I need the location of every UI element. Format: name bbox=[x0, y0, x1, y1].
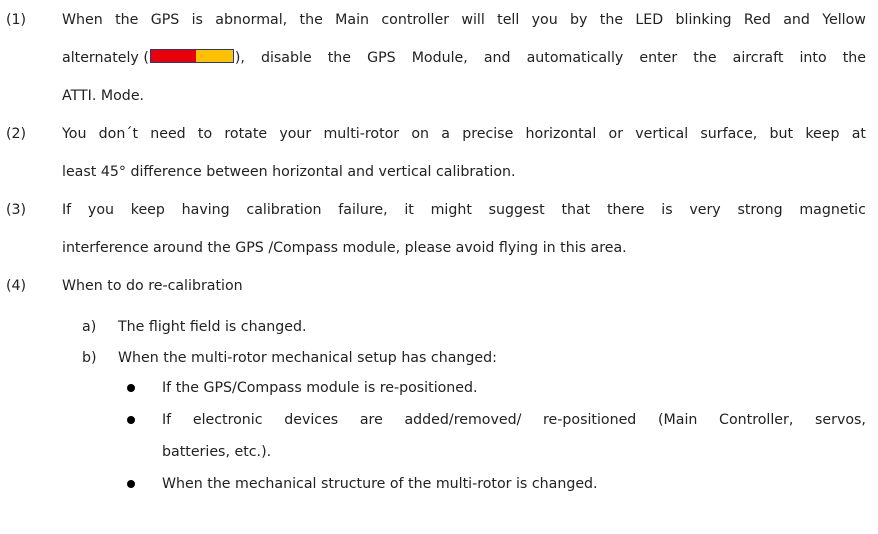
item-text-line: You don´t need to rotate your multi-rotor on a pr… bbox=[62, 124, 866, 144]
bullet-dot-icon bbox=[127, 416, 135, 424]
sub-item-text: When the multi-rotor mechanical setup ha… bbox=[118, 350, 497, 366]
bullet-text: If electronic devices are added/removed/re-p… bbox=[162, 410, 866, 430]
word: keep bbox=[805, 126, 840, 142]
word: tell bbox=[497, 12, 520, 28]
item-number: (4) bbox=[6, 278, 27, 294]
item-number: (3) bbox=[6, 202, 27, 218]
document-page: (1) When the GPS is abnormal, the Main controll… bbox=[0, 0, 878, 534]
item-text-line: alternately (), disable the GPS Module, and a… bbox=[62, 48, 866, 68]
bullet-dot-icon bbox=[127, 480, 135, 488]
word: Red bbox=[743, 12, 771, 28]
word: devices bbox=[284, 412, 339, 428]
word: the bbox=[299, 12, 323, 28]
item-text-line: When to do re-calibration bbox=[62, 278, 243, 294]
word: aircraft bbox=[732, 50, 784, 66]
led-yellow-segment bbox=[195, 50, 233, 62]
word: a bbox=[441, 126, 450, 142]
item-text-line: least 45° difference between horizontal … bbox=[62, 164, 516, 180]
word: When bbox=[62, 12, 103, 28]
word: the bbox=[599, 12, 624, 28]
word: multi-rotor bbox=[323, 126, 400, 142]
word: controller bbox=[381, 12, 450, 28]
item-text-line: If you keep having calibration failure, it migh… bbox=[62, 200, 866, 220]
bullet-text: When the mechanical structure of the mul… bbox=[162, 476, 598, 492]
word: the bbox=[693, 50, 717, 66]
word: vertical bbox=[635, 126, 689, 142]
bullet-text: batteries, etc.). bbox=[162, 444, 272, 460]
sub-item-text: The flight field is changed. bbox=[118, 319, 307, 335]
sub-item-letter: b) bbox=[82, 350, 97, 366]
bullet-text: If the GPS/Compass module is re-position… bbox=[162, 380, 478, 396]
word: Main bbox=[335, 12, 370, 28]
word: need bbox=[150, 126, 186, 142]
word: might bbox=[430, 202, 472, 218]
word: enter bbox=[639, 50, 678, 66]
word: (Main bbox=[657, 412, 698, 428]
led-red-yellow-indicator-icon bbox=[149, 49, 234, 63]
word: disable bbox=[260, 50, 312, 66]
word: LED bbox=[635, 12, 664, 28]
word: are bbox=[359, 412, 383, 428]
word: your bbox=[279, 126, 312, 142]
word: automatically bbox=[526, 50, 624, 66]
word: horizontal bbox=[525, 126, 597, 142]
word: you bbox=[531, 12, 558, 28]
word: magnetic bbox=[799, 202, 866, 218]
word: Yellow bbox=[822, 12, 866, 28]
word: failure, bbox=[338, 202, 388, 218]
led-red-segment bbox=[150, 50, 196, 62]
word: there bbox=[606, 202, 645, 218]
word: Controller, bbox=[719, 412, 794, 428]
word: electronic bbox=[192, 412, 263, 428]
word: that bbox=[561, 202, 591, 218]
word: into bbox=[799, 50, 827, 66]
word: If bbox=[162, 412, 172, 428]
word: the bbox=[115, 12, 139, 28]
word: Module, bbox=[411, 50, 468, 66]
word: don´t bbox=[98, 126, 139, 142]
word: strong bbox=[737, 202, 783, 218]
word: surface, bbox=[700, 126, 758, 142]
item-text-fragment: ), bbox=[234, 50, 245, 66]
word: to bbox=[197, 126, 213, 142]
word: at bbox=[851, 126, 866, 142]
item-number: (1) bbox=[6, 12, 27, 28]
item-number: (2) bbox=[6, 126, 27, 142]
word: GPS bbox=[367, 50, 396, 66]
word: having bbox=[181, 202, 230, 218]
item-text-line: ATTI. Mode. bbox=[62, 88, 145, 104]
word: will bbox=[461, 12, 485, 28]
word: precise bbox=[462, 126, 514, 142]
word: on bbox=[411, 126, 430, 142]
item-text-line: When the GPS is abnormal, the Main controller wi… bbox=[62, 10, 866, 30]
word: and bbox=[783, 12, 810, 28]
word: is bbox=[661, 202, 673, 218]
word: abnormal, bbox=[215, 12, 288, 28]
sub-item-letter: a) bbox=[82, 319, 97, 335]
word: the bbox=[842, 50, 866, 66]
word: calibration bbox=[246, 202, 322, 218]
word: re-positioned bbox=[543, 412, 637, 428]
word: If bbox=[62, 202, 72, 218]
word: very bbox=[689, 202, 721, 218]
word: added/removed/ bbox=[404, 412, 522, 428]
item-text-fragment: alternately ( bbox=[62, 50, 149, 66]
word: you bbox=[87, 202, 114, 218]
word: it bbox=[404, 202, 414, 218]
word: keep bbox=[130, 202, 165, 218]
word: blinking bbox=[675, 12, 732, 28]
word: is bbox=[191, 12, 203, 28]
bullet-dot-icon bbox=[127, 384, 135, 392]
word: GPS bbox=[150, 12, 180, 28]
word: servos, bbox=[815, 412, 866, 428]
word: or bbox=[608, 126, 624, 142]
word: and bbox=[483, 50, 511, 66]
word: You bbox=[62, 126, 87, 142]
word: rotate bbox=[224, 126, 268, 142]
word: the bbox=[327, 50, 352, 66]
word: but bbox=[769, 126, 794, 142]
word: by bbox=[570, 12, 588, 28]
word: suggest bbox=[488, 202, 545, 218]
item-text-line: interference around the GPS /Compass mod… bbox=[62, 240, 627, 256]
